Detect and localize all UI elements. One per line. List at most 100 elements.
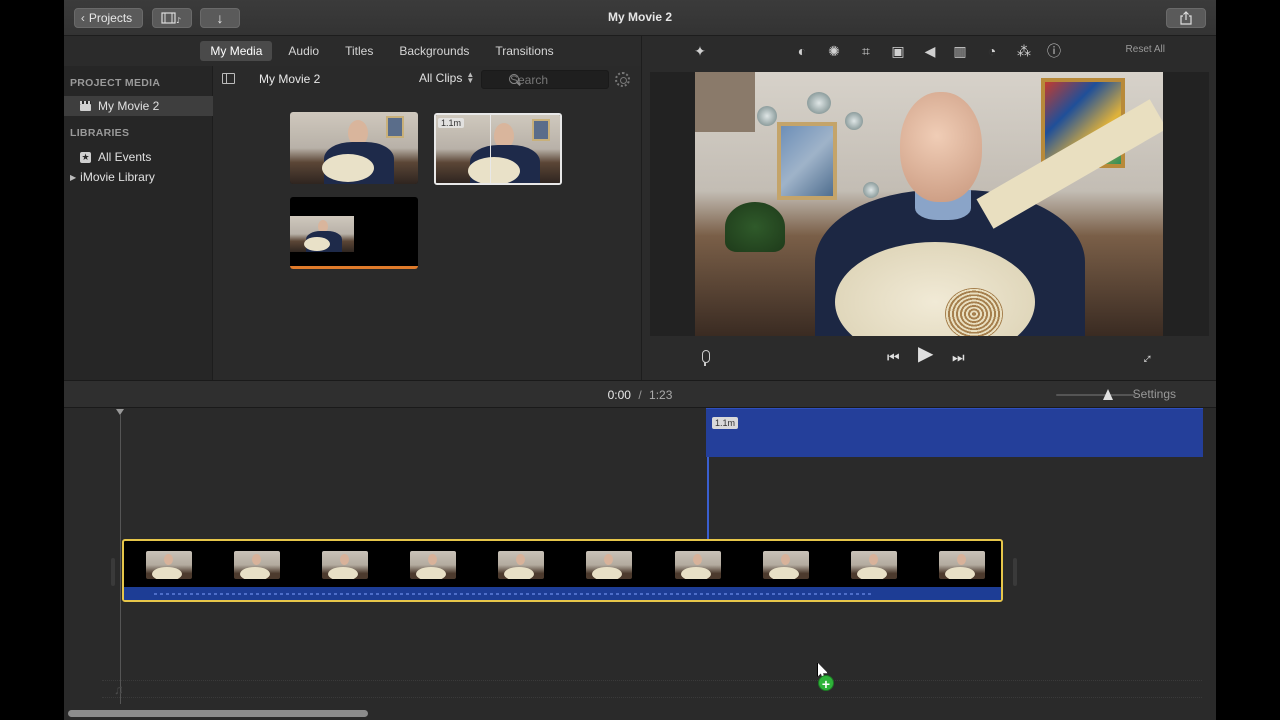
clip-trim-handle-left[interactable] — [111, 558, 115, 586]
sidebar-item-my-movie[interactable]: My Movie 2 — [64, 96, 213, 116]
frame-thumbnail — [234, 551, 281, 579]
star-icon: ★ — [80, 151, 91, 163]
adjustments-bar: ✦ ◐ ✺ ⌗ ▣ ◀ ▥ ◔ ⁂ ⓘ Reset All — [642, 36, 1216, 66]
media-clip-thumbnail[interactable] — [290, 112, 418, 184]
color-balance-icon[interactable]: ◐ — [794, 43, 810, 59]
reset-all-button[interactable]: Reset All — [1126, 44, 1165, 55]
clip-preview — [290, 112, 418, 184]
background-music-well[interactable] — [102, 680, 1202, 698]
media-browser: My Movie 2 All Clips ▲ ▼ Search 1.1m — [213, 66, 641, 380]
sidebar-item-label: My Movie 2 — [98, 99, 160, 113]
media-clip-thumbnail-selected[interactable]: 1.1m — [434, 113, 562, 185]
skip-back-icon[interactable]: ⏮ — [887, 349, 900, 365]
connection-line — [707, 457, 709, 539]
disclosure-triangle-icon[interactable]: ▶ — [70, 173, 76, 182]
import-button[interactable]: ↓ — [200, 8, 240, 28]
filmstrip-frame — [476, 541, 564, 589]
current-time: 0:00 — [607, 388, 631, 402]
library-sidebar: PROJECT MEDIA My Movie 2 LIBRARIES ★ All… — [64, 66, 213, 380]
clip-trim-handle-right[interactable] — [1013, 558, 1017, 586]
video-frame[interactable] — [695, 72, 1163, 336]
duration-badge: 1.1m — [712, 417, 739, 429]
libraries-header: LIBRARIES — [70, 127, 130, 139]
filmstrip-frame — [212, 541, 300, 589]
magic-wand-icon[interactable]: ✦ — [692, 43, 708, 59]
music-note-icon: ♫ — [114, 682, 124, 697]
frame-thumbnail — [762, 551, 809, 579]
tab-audio[interactable]: Audio — [278, 41, 329, 61]
filmstrip-frame — [124, 541, 212, 589]
playhead-line — [120, 414, 121, 704]
up-down-chevron-icon: ▲ ▼ — [466, 70, 475, 85]
media-view-button[interactable]: ♪ — [152, 8, 192, 28]
timeline[interactable]: 1.1m ♫ + — [64, 408, 1216, 720]
search-input[interactable] — [481, 70, 609, 89]
sidebar-item-label: iMovie Library — [80, 170, 155, 184]
sidebar-item-all-events[interactable]: ★ All Events — [64, 147, 213, 167]
media-browser-toolbar: My Movie 2 All Clips ▲ ▼ — [213, 66, 641, 92]
viewer-panel: ✦ ◐ ✺ ⌗ ▣ ◀ ▥ ◔ ⁂ ⓘ Reset All ⏮ ▶ ⏭ ↕ — [641, 36, 1216, 380]
settings-button[interactable]: Settings — [1133, 387, 1176, 401]
projects-button-label: Projects — [88, 11, 133, 25]
volume-icon[interactable]: ◀ — [922, 43, 938, 59]
download-arrow-icon: ↓ — [216, 10, 224, 26]
frame-thumbnail — [850, 551, 897, 579]
tab-backgrounds[interactable]: Backgrounds — [389, 41, 479, 61]
filmstrip-frame — [564, 541, 652, 589]
media-clip-thumbnail[interactable] — [290, 197, 418, 269]
sidebar-item-imovie-library[interactable]: ▶ iMovie Library — [64, 167, 213, 187]
search-icon — [509, 74, 519, 84]
equalizer-icon[interactable]: ▥ — [952, 43, 968, 59]
imovie-window: ‹ Projects ♪ ↓ My Movie 2 My Media Audio — [64, 0, 1216, 720]
filmstrip-frame — [917, 541, 1001, 589]
add-plus-icon: + — [818, 675, 834, 692]
filmstrip-frame — [388, 541, 476, 589]
frame-thumbnail — [322, 551, 369, 579]
filmstrip-frame — [300, 541, 388, 589]
gear-icon[interactable] — [615, 72, 630, 87]
connected-clip[interactable]: 1.1m — [706, 408, 1203, 457]
chevron-left-icon: ‹ — [80, 11, 85, 25]
svg-text:♪: ♪ — [176, 16, 181, 24]
tab-titles[interactable]: Titles — [335, 41, 383, 61]
zoom-slider-knob[interactable] — [1103, 389, 1113, 400]
sidebar-item-label: All Events — [98, 150, 152, 164]
import-progress-bar — [290, 266, 418, 269]
clapper-icon — [80, 101, 91, 111]
clips-filter-label: All Clips — [419, 71, 463, 85]
play-icon[interactable]: ▶ — [918, 344, 933, 364]
projects-button[interactable]: ‹ Projects — [74, 8, 143, 28]
timeline-header: 0:00 / 1:23 Settings — [64, 380, 1216, 408]
title-bar: ‹ Projects ♪ ↓ My Movie 2 — [64, 0, 1216, 36]
clips-filter-select[interactable]: All Clips ▲ ▼ — [419, 70, 475, 86]
tab-my-media[interactable]: My Media — [200, 41, 273, 61]
color-correction-icon[interactable]: ✺ — [826, 43, 842, 59]
microphone-icon[interactable] — [700, 350, 710, 366]
duration-badge: 1.1m — [438, 118, 465, 128]
horizontal-scrollbar[interactable] — [68, 710, 368, 717]
sidebar-toggle-icon[interactable] — [222, 73, 235, 84]
media-browser-title: My Movie 2 — [259, 72, 321, 86]
film-music-icon: ♪ — [161, 12, 181, 24]
primary-storyline-clip[interactable] — [122, 539, 1003, 602]
crop-icon[interactable]: ⌗ — [858, 43, 874, 59]
speed-icon[interactable]: ◔ — [984, 43, 1000, 59]
share-button[interactable] — [1166, 8, 1206, 28]
filter-icon[interactable]: ⁂ — [1016, 43, 1032, 59]
fullscreen-icon[interactable]: ↕ — [1139, 350, 1156, 367]
clip-preview — [290, 216, 354, 252]
video-preview-area — [650, 72, 1209, 336]
stabilization-icon[interactable]: ▣ — [890, 43, 906, 59]
browser-tabs: My Media Audio Titles Backgrounds Transi… — [64, 36, 640, 66]
frame-thumbnail — [498, 551, 545, 579]
filmstrip-frame — [653, 541, 741, 589]
frame-thumbnail — [938, 551, 985, 579]
skip-forward-icon[interactable]: ⏭ — [952, 349, 965, 365]
frame-thumbnail — [586, 551, 633, 579]
filmstrip — [124, 541, 1001, 589]
timecode: 0:00 / 1:23 — [64, 388, 1216, 402]
timeline-zoom-slider[interactable] — [1056, 394, 1136, 396]
frame-thumbnail — [410, 551, 457, 579]
tab-transitions[interactable]: Transitions — [485, 41, 563, 61]
info-icon[interactable]: ⓘ — [1046, 43, 1062, 59]
